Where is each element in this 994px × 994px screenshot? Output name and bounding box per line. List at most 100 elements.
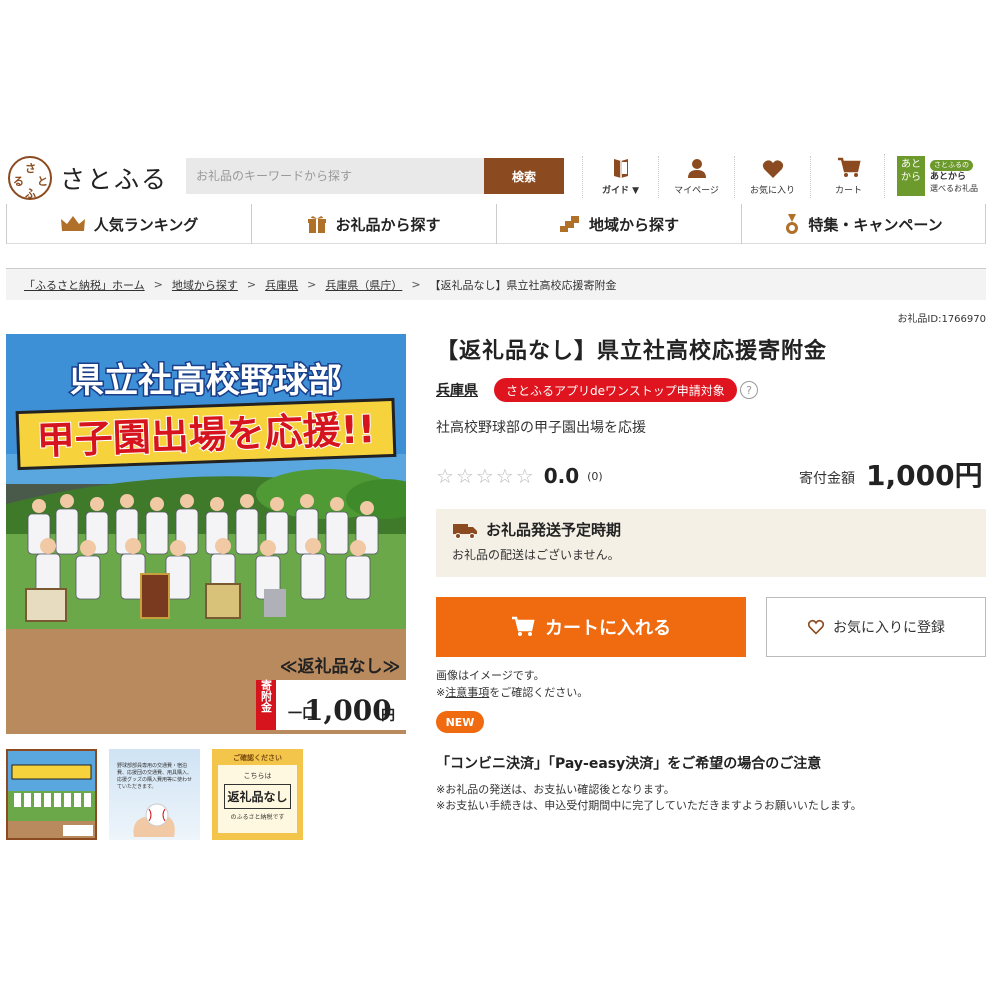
convenience-note-2: ※お支払い手続きは、申込受付期間中に完了していただきますようお願いいたします。	[436, 799, 862, 812]
star-empty-icon: ☆	[515, 464, 534, 488]
atokara-link[interactable]: あと から さとふるの あとから 選べるお礼品	[884, 154, 990, 198]
add-favorite-label: お気に入りに登録	[833, 620, 945, 636]
prefecture-link[interactable]: 兵庫県	[436, 380, 478, 400]
star-empty-icon: ☆	[436, 464, 454, 488]
shipping-title-text: お礼品発送予定時期	[486, 521, 622, 539]
search-button[interactable]: 検索	[484, 158, 564, 194]
logo-text: さとふる	[60, 165, 169, 194]
add-to-cart-label: カートに入れる	[545, 618, 671, 639]
nav-mypage[interactable]: マイページ	[658, 156, 734, 198]
thumbnail-3[interactable]: ご確認ください こちらは 返礼品なし のふるさと納税です	[212, 749, 303, 840]
cat-campaign[interactable]: 特集・キャンペーン	[741, 204, 986, 244]
gift-icon	[308, 216, 327, 233]
cat-gift[interactable]: お礼品から探す	[251, 204, 496, 244]
crown-icon	[60, 216, 85, 231]
caution-note: ※注意事項をご確認ください。	[436, 684, 588, 700]
nav-cart[interactable]: カート	[810, 156, 886, 198]
star-empty-icon: ☆	[495, 464, 514, 488]
add-favorite-button[interactable]: お気に入りに登録	[766, 597, 986, 657]
review-count[interactable]: (0)	[587, 470, 603, 483]
truck-icon	[453, 523, 477, 539]
convenience-note-1: ※お礼品の発送は、お支払い確認後となります。	[436, 783, 675, 796]
logo-char: る	[13, 175, 24, 188]
shipping-info: お礼品発送予定時期 お礼品の配送はございません。	[436, 509, 986, 577]
logo-char: さ	[25, 162, 36, 175]
product-description: 社高校野球部の甲子園出場を応援	[436, 420, 646, 436]
breadcrumb-region[interactable]: 地域から探す	[172, 277, 238, 293]
breadcrumb: 「ふるさと納税」ホーム > 地域から探す > 兵庫県 > 兵庫県（県庁） > 【…	[6, 268, 986, 300]
heart-icon	[762, 160, 783, 178]
help-icon[interactable]: ?	[740, 381, 758, 399]
breadcrumb-home[interactable]: 「ふるさと納税」ホーム	[24, 277, 145, 293]
app-onestop-badge: さとふるアプリdeワンストップ申請対象	[494, 378, 737, 402]
add-to-cart-button[interactable]: カートに入れる	[436, 597, 746, 657]
cat-campaign-label: 特集・キャンペーン	[808, 215, 943, 234]
atokara-logo: あと から	[897, 156, 925, 196]
breadcrumb-separator: >	[307, 278, 317, 291]
thumbnail-1-image	[8, 751, 95, 838]
thumbnail-3-line2: 返礼品なし	[224, 784, 291, 809]
image-no-gift: ≪返礼品なし≫	[280, 656, 401, 677]
image-line1: 県立社高校野球部	[70, 361, 342, 401]
new-badge: NEW	[436, 711, 484, 733]
cat-region[interactable]: 地域から探す	[496, 204, 741, 244]
thumbnail-3-line3: のふるさと納税です	[230, 814, 285, 821]
atokara-text: さとふるの あとから 選べるお礼品	[930, 159, 978, 194]
cat-gift-label: お礼品から探す	[335, 215, 441, 234]
cart-icon	[837, 157, 861, 177]
thumbnail-2-text: 野球部部員専用の交通費・宿泊費、応援団の交通費、用具購入、応援グッズの購入費用等…	[117, 763, 193, 790]
atokara-pill: さとふるの	[930, 159, 973, 171]
rating-value: 0.0	[543, 464, 580, 488]
shipping-text: お礼品の配送はございません。	[452, 548, 620, 562]
cat-region-label: 地域から探す	[588, 215, 679, 234]
site-header: さ と ふ る さとふる 検索 ガイド ▼ マイページ お気に入り カート あと	[0, 152, 994, 200]
cart-icon	[512, 616, 535, 636]
logo-mark-icon: さ と ふ る	[8, 156, 52, 200]
caution-link[interactable]: 注意事項	[445, 686, 489, 699]
breadcrumb-separator: >	[153, 278, 163, 291]
baseball-hand-icon	[133, 803, 175, 837]
image-kifukin: 寄附金	[260, 678, 274, 712]
nav-favorites[interactable]: お気に入り	[734, 156, 810, 198]
atokara-line2: 選べるお礼品	[930, 183, 978, 193]
site-logo[interactable]: さ と ふ る さとふる	[8, 156, 168, 200]
search-input[interactable]	[186, 158, 484, 194]
product-title: 【返礼品なし】県立社高校応援寄附金	[436, 339, 828, 364]
breadcrumb-separator: >	[246, 278, 257, 291]
breadcrumb-prefecture[interactable]: 兵庫県	[265, 277, 298, 293]
logo-char: ふ	[25, 187, 36, 200]
category-nav: 人気ランキング お礼品から探す 地域から探す 特集・キャンペーン	[6, 204, 986, 244]
thumbnail-2[interactable]: 野球部部員専用の交通費・宿泊費、応援団の交通費、用具購入、応援グッズの購入費用等…	[109, 749, 200, 840]
thumbnail-1[interactable]	[6, 749, 97, 840]
shipping-title: お礼品発送予定時期	[452, 519, 986, 540]
breadcrumb-municipality[interactable]: 兵庫県（県庁）	[325, 277, 402, 293]
logo-char: と	[37, 175, 48, 188]
thumbnail-3-header: ご確認ください	[233, 754, 282, 762]
atokara-box-bottom: から	[901, 172, 921, 183]
nav-favorites-label: お気に入り	[749, 186, 795, 196]
nav-guide-label: ガイド ▼	[601, 186, 640, 196]
caution-suffix: をご確認ください。	[489, 686, 589, 699]
star-empty-icon: ☆	[475, 464, 494, 488]
convenience-title: 「コンビニ決済」「Pay-easy決済」をご希望の場合のご注意	[436, 756, 822, 772]
thumbnail-list: 野球部部員専用の交通費・宿泊費、応援団の交通費、用具購入、応援グッズの購入費用等…	[6, 749, 303, 840]
map-icon	[559, 216, 579, 232]
nav-guide[interactable]: ガイド ▼	[582, 156, 658, 198]
product-illustration: 県立社高校野球部 甲子園出場を応援!! ≪返礼品なし≫ 寄附金 一口 1,000…	[6, 334, 406, 734]
nav-cart-label: カート	[834, 186, 862, 196]
price-value: 1,000円	[866, 459, 983, 492]
price-label: 寄付金額	[799, 471, 855, 487]
heart-outline-icon	[807, 619, 825, 635]
cat-ranking-label: 人気ランキング	[93, 215, 199, 234]
cat-ranking[interactable]: 人気ランキング	[6, 204, 251, 244]
search-bar: 検索	[186, 158, 564, 194]
nav-mypage-label: マイページ	[674, 186, 719, 196]
medal-icon	[786, 214, 799, 234]
image-yen: 円	[381, 708, 395, 724]
atokara-line1: あとから	[930, 171, 967, 182]
image-amount: 1,000	[304, 694, 392, 727]
product-main-image[interactable]: 県立社高校野球部 甲子園出場を応援!! ≪返礼品なし≫ 寄附金 一口 1,000…	[6, 334, 406, 734]
breadcrumb-current: 【返礼品なし】県立社高校応援寄附金	[429, 278, 617, 292]
atokara-box-top: あと	[901, 159, 921, 170]
thumbnail-3-line1: こちらは	[243, 772, 272, 780]
